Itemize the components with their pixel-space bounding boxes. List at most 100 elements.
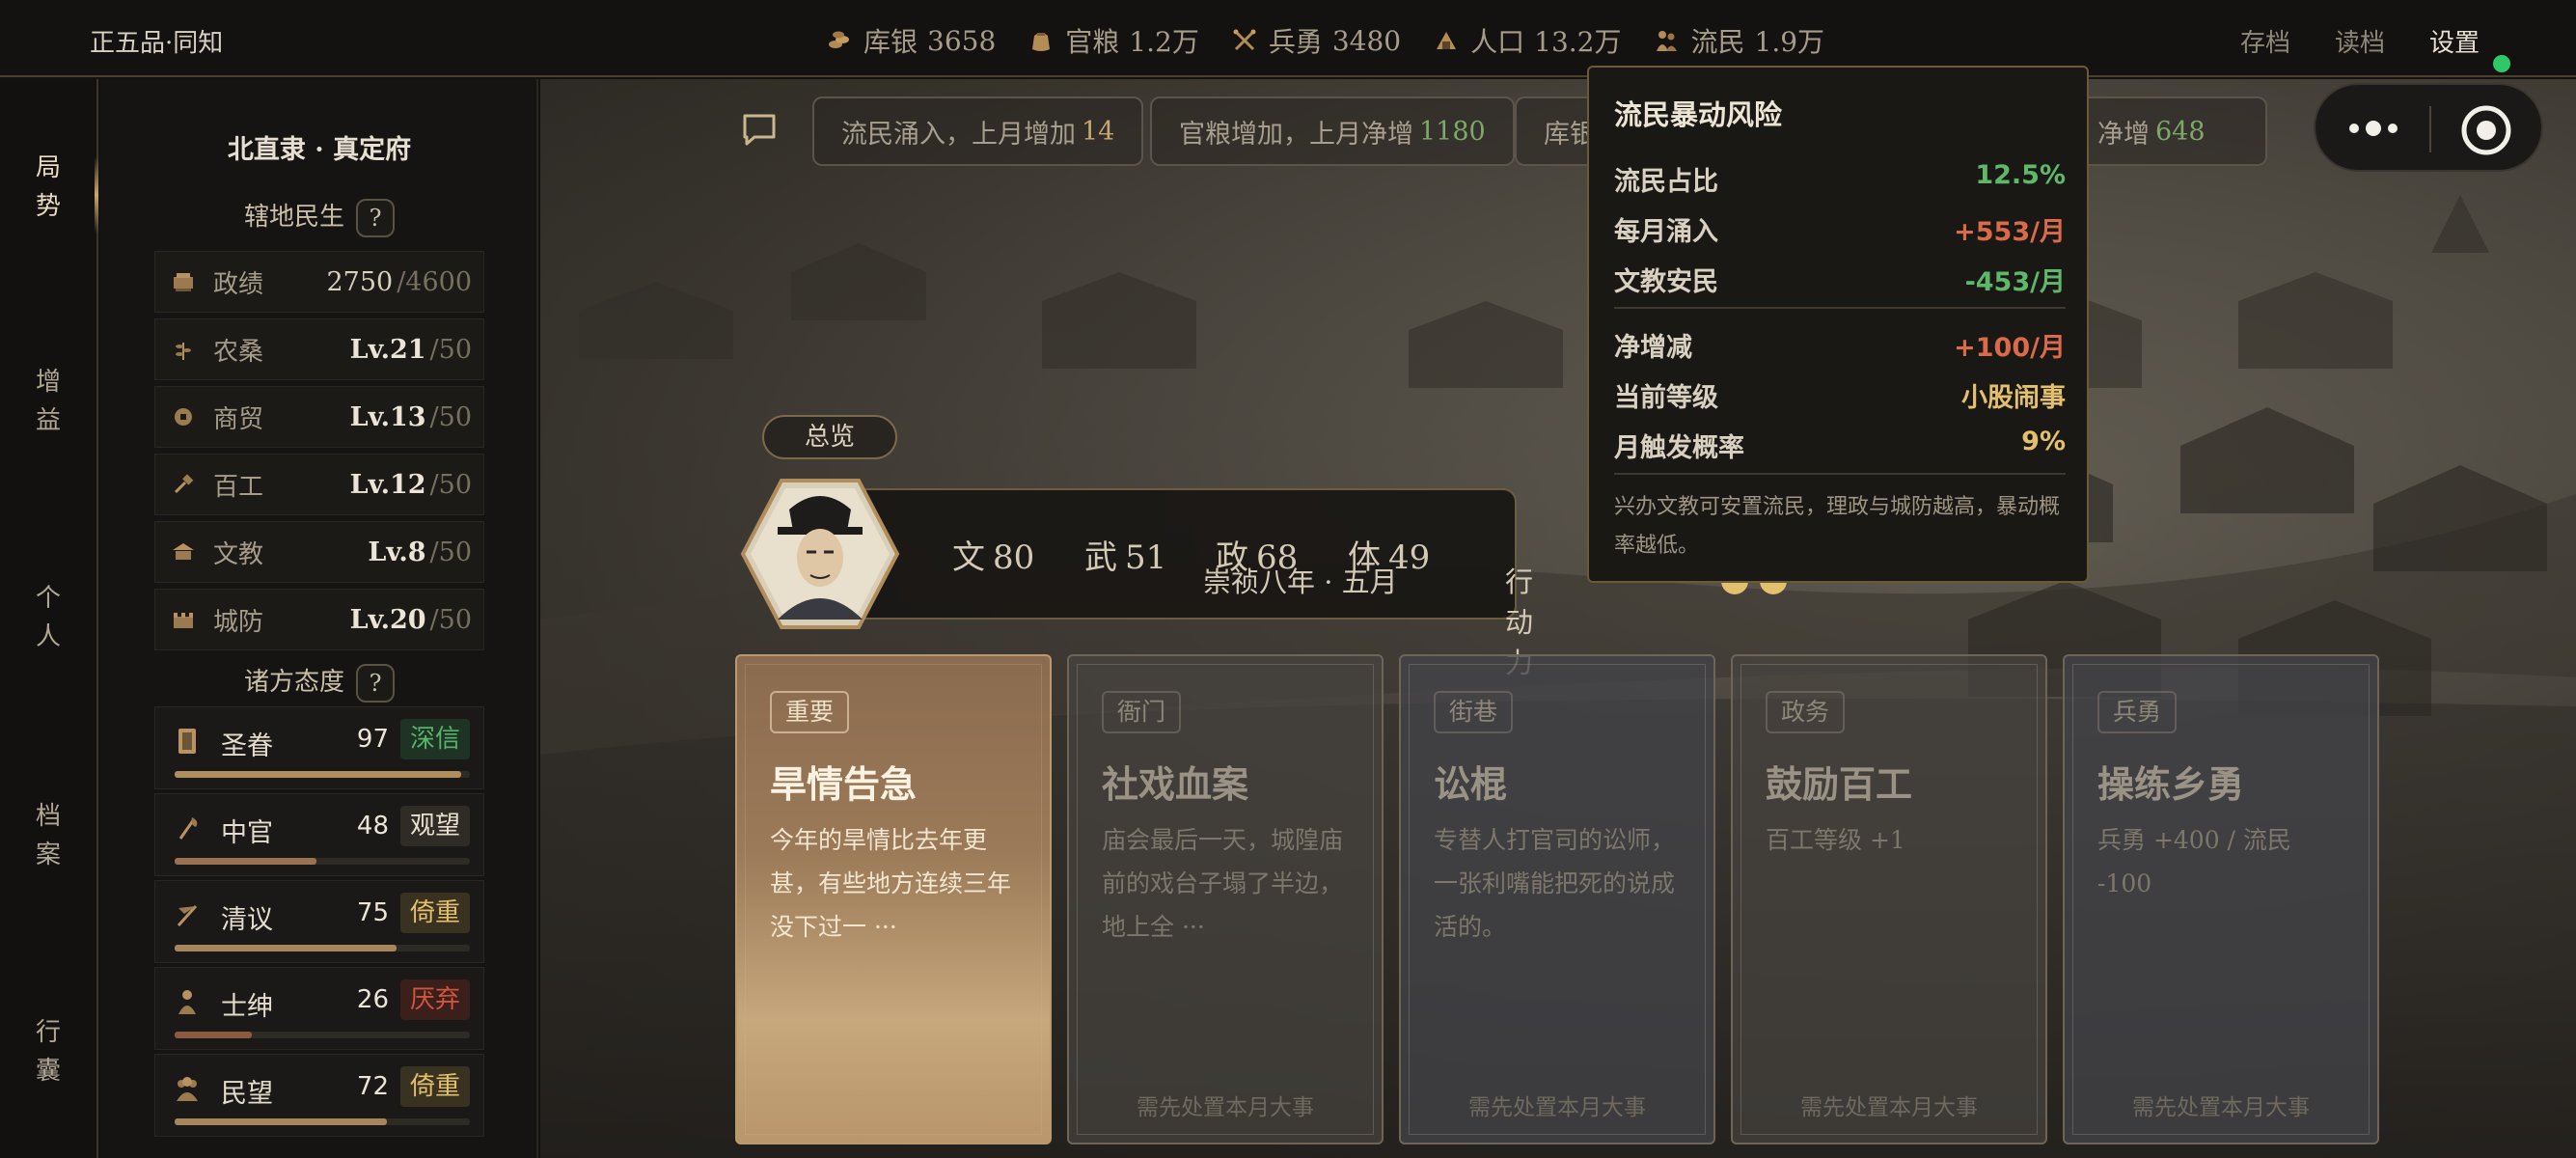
faction-eunuch[interactable]: 中官 48 观望 [154,793,484,876]
tooltip-row: 流民占比 12.5% [1614,160,2066,197]
news-ticker-grain[interactable]: 官粮增加，上月净增 1180 [1150,96,1515,166]
stat-craft[interactable]: 百工 Lv.12/50 [154,454,484,515]
stat-education[interactable]: 文教 Lv.8/50 [154,521,484,583]
nav-label: 行囊 [35,1018,61,1086]
event-card-opera-case[interactable]: 衙门 社戏血案 庙会最后一天，城隍庙前的戏台子塌了半边，地上全 ··· 需先处置… [1067,654,1384,1144]
nav-personal[interactable]: 个人 [0,579,96,656]
mini-program-controls [2314,83,2543,172]
attitude-bar-fill [175,771,461,778]
card-description: 今年的旱情比去年更甚，有些地方连续三年没下过一 ··· [770,826,1012,941]
attitude-bar [175,771,470,778]
card-title: 操练乡勇 [2097,762,2245,806]
scholar-brush-icon [177,904,198,927]
card-frame [1740,664,2038,1135]
imperial-scroll-icon [178,729,196,754]
stat-trade[interactable]: 商贸 Lv.13/50 [154,386,484,448]
resource-refugees[interactable]: 流民 1.9万 [1654,21,1824,60]
card-category-tag: 衙门 [1102,691,1182,733]
attitude-bar-fill [175,945,397,951]
tooltip-divider [1614,473,2066,475]
nav-bag[interactable]: 行囊 [0,1013,96,1090]
save-button[interactable]: 存档 [2240,23,2290,59]
grain-sack-icon [1032,33,1051,51]
region-sidebar: 北直隶 · 真定府 辖地民生? 政绩 2750/4600 农桑 Lv.21/50… [100,79,538,1158]
faction-imperial[interactable]: 圣眷 97 深信 [154,706,484,789]
tooltip-row: 当前等级 小股闹事 [1614,383,2066,413]
official-portrait[interactable] [739,477,901,631]
card-category-tag: 兵勇 [2097,691,2178,733]
card-locked-note: 需先处置本月大事 [1800,1095,1978,1120]
city-scene: 流民涌入，上月增加 14 官粮增加，上月净增 1180 库银 净增 648 总览 文8… [540,79,2576,1158]
more-options-icon[interactable] [2346,114,2400,143]
attitude-bar-fill [175,858,316,865]
attitude-bar-fill [175,1032,252,1038]
system-menu: 存档 读档 设置 [2240,23,2524,59]
tooltip-row: 每月涌入 +553/月 [1614,217,2066,247]
resource-bar: 库银 3658 官粮 1.2万 兵勇 3480 人口 13.2万 流民 1.9万 [827,21,1857,60]
trade-icon [175,408,192,426]
stat-achievement[interactable]: 政绩 2750/4600 [154,251,484,313]
nav-archive[interactable]: 档案 [0,797,96,874]
card-description: 专替人打官司的讼师，一张利嘴能把死的说成活的。 [1434,826,1676,941]
refugee-icon [1657,31,1678,51]
attitude-badge: 观望 [400,806,470,846]
attitude-bar [175,858,470,865]
card-title: 社戏血案 [1102,762,1249,806]
event-card-litigator[interactable]: 街巷 讼棍 专替人打官司的讼师，一张利嘴能把死的说成活的。 需先处置本月大事 [1399,654,1715,1144]
nav-label: 档案 [35,802,61,869]
attitude-bar [175,945,470,951]
resource-population[interactable]: 人口 13.2万 [1434,21,1621,60]
card-description: 庙会最后一天，城隍庙前的戏台子塌了半边，地上全 ··· [1102,826,1344,941]
controls-divider [2429,106,2431,152]
game-date: 崇祯八年 · 五月 [1203,565,1398,598]
nav-situation[interactable]: 局势 [0,149,96,226]
settings-button[interactable]: 设置 [2429,23,2480,59]
attr-literary: 文 80 [952,538,1035,577]
card-locked-note: 需先处置本月大事 [2132,1095,2310,1120]
stat-city-defense[interactable]: 城防 Lv.20/50 [154,589,484,650]
tooltip-title: 流民暴动风险 [1614,98,1783,131]
resource-grain[interactable]: 官粮 1.2万 [1028,21,1199,60]
top-bar: 正五品·同知 库银 3658 官粮 1.2万 兵勇 3480 人口 13.2万 … [0,0,2576,77]
official-rank: 正五品·同知 [90,29,224,58]
crossed-weapons-icon [1233,29,1256,51]
faction-people[interactable]: 民望 72 倚重 [154,1054,484,1137]
close-target-icon[interactable] [2460,104,2512,156]
faction-help-button[interactable]: ? [356,664,395,703]
attitude-badge: 深信 [400,719,470,759]
nav-buffs[interactable]: 增益 [0,363,96,440]
attitude-bar [175,1118,470,1125]
event-card-militia[interactable]: 兵勇 操练乡勇 兵勇 +400 / 流民 -100 需先处置本月大事 [2063,654,2379,1144]
faction-scholars[interactable]: 清议 75 倚重 [154,880,484,963]
stat-farming[interactable]: 农桑 Lv.21/50 [154,318,484,380]
tooltip-row: 文教安民 -453/月 [1614,267,2066,297]
tooltip-note: 兴办文教可安置流民，理政与城防越高，暴动概率越低。 [1614,495,2061,558]
attitude-bar [175,1032,470,1038]
ticker-number: 1180 [1419,116,1486,147]
nav-label: 局势 [35,153,61,221]
load-button[interactable]: 读档 [2335,23,2385,59]
silver-coins-icon [829,31,849,48]
faction-gentry[interactable]: 士绅 26 厌弃 [154,967,484,1050]
resource-silver[interactable]: 库银 3658 [827,21,996,60]
gentry-figure-icon [178,990,196,1014]
eunuch-whisk-icon [178,817,198,840]
overview-chip[interactable]: 总览 [762,415,897,459]
attr-martial: 武 51 [1084,538,1167,577]
card-category-tag: 政务 [1766,691,1846,733]
resource-soldiers[interactable]: 兵勇 3480 [1232,21,1401,60]
civil-section-header: 辖地民生? [100,197,538,237]
faction-section-header: 诸方态度? [100,662,538,703]
event-card-craft[interactable]: 政务 鼓励百工 百工等级 +1 需先处置本月大事 [1731,654,2047,1144]
farming-icon [176,343,191,360]
event-card-drought[interactable]: 重要 旱情告急 今年的旱情比去年更甚，有些地方连续三年没下过一 ··· [735,654,1052,1144]
education-icon [173,543,194,560]
message-icon[interactable] [741,112,778,147]
civil-help-button[interactable]: ? [356,199,395,237]
attitude-bar-fill [175,1118,388,1125]
news-ticker-refugees[interactable]: 流民涌入，上月增加 14 [812,96,1144,166]
attitude-badge: 倚重 [400,893,470,933]
left-nav: 局势 增益 个人 档案 行囊 [0,79,98,1158]
tooltip-row: 月触发概率 9% [1614,427,2066,463]
ticker-number: 648 [2155,116,2206,147]
